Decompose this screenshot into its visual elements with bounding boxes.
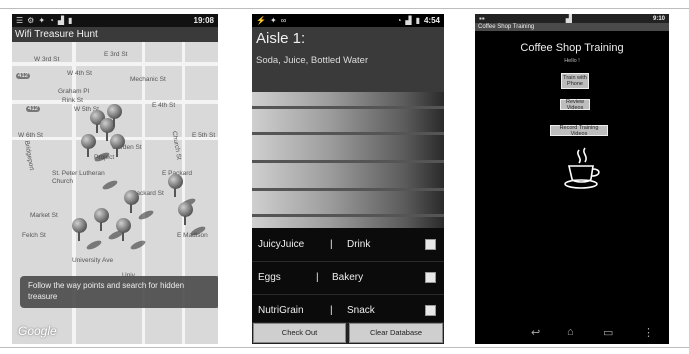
shelf: [252, 106, 444, 109]
waypoint-pin[interactable]: [94, 208, 109, 231]
battery-icon: ▮: [415, 16, 420, 25]
signal-icon: ▟: [405, 16, 412, 25]
usb-icon: ⚙: [27, 16, 35, 25]
status-time: 19:08: [193, 16, 214, 25]
android-icon: ✦: [38, 16, 46, 25]
item-name: JuicyJuice: [258, 239, 305, 250]
hint-toast: Follow the way points and search for hid…: [20, 276, 218, 308]
phone-screen-treasure-hunt: ☰ ⚙ ✦ ◔ ▟ ▮ 19:08 Wifi Treasure Hunt W 3…: [12, 14, 218, 344]
notification-icon: ☰: [16, 16, 24, 25]
waypoint-pin[interactable]: [107, 104, 122, 127]
shelf: [252, 132, 444, 135]
list-item[interactable]: JuicyJuice | Drink: [252, 228, 444, 261]
item-category: Bakery: [332, 272, 364, 283]
item-name: NutriGrain: [258, 305, 304, 316]
item-list: JuicyJuice | Drink Eggs | Bakery NutriGr…: [252, 228, 444, 326]
phone-screen-coffee-training: ▪▪ ▟ 9:10 Coffee Shop Training Coffee Sh…: [475, 14, 669, 344]
battery-icon: ▮: [68, 16, 73, 25]
voicemail-icon: ∞: [280, 16, 287, 25]
waypoint-pin[interactable]: [168, 174, 183, 197]
navigation-bar: ↩ ⌂ ▭ ⋮: [475, 318, 669, 344]
street-label: Felch St: [22, 232, 46, 239]
top-border: [0, 8, 689, 9]
waypoint-pin[interactable]: [110, 134, 125, 157]
status-time: 9:10: [652, 15, 665, 22]
record-training-videos-button[interactable]: Record Training Videos: [550, 125, 608, 137]
app-title: Wifi Treasure Hunt: [12, 27, 218, 42]
back-icon[interactable]: ↩: [531, 326, 540, 339]
street-label: St. Peter Lutheran Church: [52, 170, 105, 185]
street-label: E 4th St: [152, 102, 176, 109]
street-label: W 6th St: [18, 132, 43, 139]
item-separator: |: [330, 239, 333, 250]
aisle-photo: [252, 92, 444, 228]
review-videos-button[interactable]: Review Videos: [560, 99, 590, 111]
shelf: [252, 214, 444, 217]
app-title-bar: Coffee Shop Training: [475, 23, 669, 31]
status-time: 4:54: [423, 16, 440, 25]
status-bar: ⚡ ✦ ∞ ◔ ▟ ▮ 4:54: [252, 14, 444, 27]
pin-shadow: [85, 238, 103, 252]
route-shield: 412: [26, 106, 41, 112]
street-label: University Ave: [72, 257, 114, 264]
street-label: Market St: [30, 212, 58, 219]
recent-apps-icon[interactable]: ▭: [603, 326, 613, 339]
home-icon[interactable]: ⌂: [567, 326, 574, 338]
coffee-cup-icon: [564, 147, 600, 189]
status-bar: ▪▪ ▟ 9:10: [475, 14, 669, 23]
item-category: Drink: [347, 239, 371, 250]
item-checkbox[interactable]: [425, 305, 436, 316]
status-bar: ☰ ⚙ ✦ ◔ ▟ ▮ 19:08: [12, 14, 218, 27]
page-title: Coffee Shop Training: [520, 42, 624, 54]
street-label: Church St: [170, 130, 183, 161]
shelf: [252, 160, 444, 163]
bottom-border: [0, 347, 689, 348]
wifi-icon: ◔: [49, 16, 54, 25]
menu-icon[interactable]: ⋮: [643, 326, 654, 339]
item-checkbox[interactable]: [425, 272, 436, 283]
aisle-subtitle: Soda, Juice, Bottled Water: [256, 55, 369, 66]
aisle-title: Aisle 1:: [256, 30, 306, 47]
street-label: Mechanic St: [130, 76, 166, 83]
waypoint-pin[interactable]: [81, 134, 96, 157]
clear-database-button[interactable]: Clear Database: [349, 323, 443, 343]
street-label: E 5th St: [192, 132, 216, 139]
waypoint-pin[interactable]: [72, 218, 87, 241]
item-separator: |: [316, 272, 319, 283]
train-with-phone-button[interactable]: Train with Phone: [561, 73, 589, 89]
shelf: [252, 188, 444, 191]
street-label: Bridgeport: [22, 140, 36, 171]
item-separator: |: [330, 305, 333, 316]
list-item[interactable]: Eggs | Bakery: [252, 261, 444, 294]
route-shield: 412: [16, 73, 31, 79]
street-label: W 4th St: [67, 70, 92, 77]
street-label: Graham Pl: [58, 88, 90, 95]
waypoint-pin[interactable]: [124, 190, 139, 213]
signal-icon: ▟: [57, 16, 65, 25]
pin-shadow: [137, 208, 155, 222]
usb-icon: ⚡: [256, 16, 266, 25]
phone-screen-aisle: ⚡ ✦ ∞ ◔ ▟ ▮ 4:54 Aisle 1: Soda, Juice, B…: [252, 14, 444, 344]
waypoint-pin[interactable]: [178, 202, 193, 225]
street-label: Rink St: [62, 97, 83, 104]
checkout-button[interactable]: Check Out: [253, 323, 346, 343]
item-checkbox[interactable]: [425, 239, 436, 250]
item-category: Snack: [347, 305, 375, 316]
notification-icon: ▪▪: [479, 14, 485, 23]
street-label: W 3rd St: [34, 56, 60, 63]
waypoint-pin[interactable]: [116, 218, 131, 241]
wifi-icon: ◔: [396, 16, 402, 25]
greeting: Hello !: [564, 58, 580, 64]
google-logo: Google: [18, 324, 57, 338]
item-name: Eggs: [258, 272, 281, 283]
signal-icon: ▟: [565, 14, 572, 23]
android-icon: ✦: [269, 16, 277, 25]
street-label: E 3rd St: [104, 51, 128, 58]
